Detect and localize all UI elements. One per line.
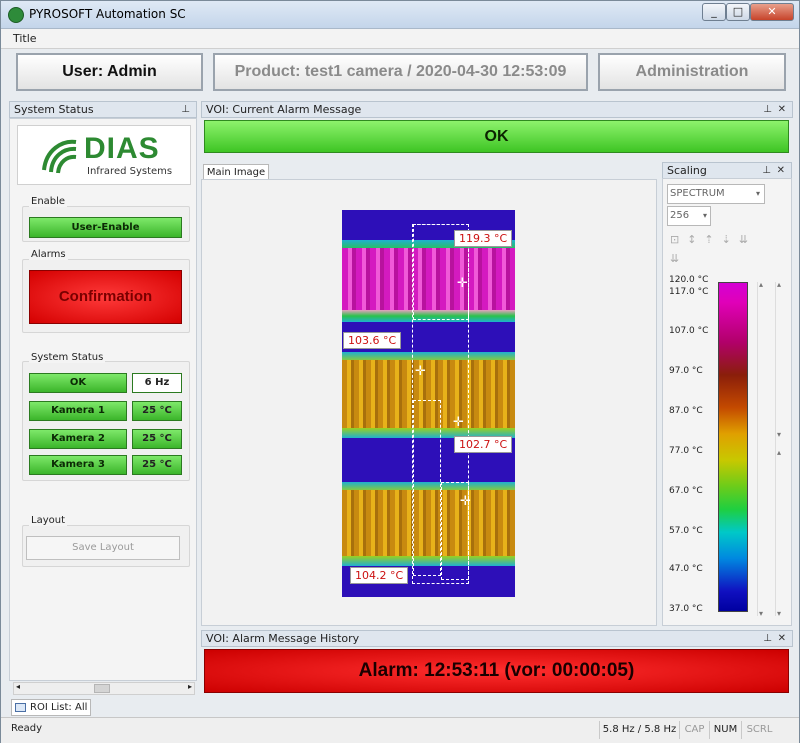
user-button[interactable]: User: Admin: [16, 53, 203, 91]
roi-tab-label: ROI List: All: [30, 702, 88, 713]
product-display: Product: test1 camera / 2020-04-30 12:53…: [213, 53, 588, 91]
close-button[interactable]: ✕: [750, 3, 794, 21]
roi-box-2[interactable]: [413, 400, 441, 576]
kamera-1-button[interactable]: Kamera 1: [29, 401, 127, 421]
chevron-down-icon: ▾: [755, 189, 760, 198]
status-bar: Ready 5.8 Hz / 5.8 Hz CAP NUM SCRL: [1, 717, 799, 743]
scale-label: 87.0 °C: [669, 406, 703, 416]
scroll-down-icon[interactable]: ▾: [759, 609, 763, 618]
dias-logo-icon: [42, 139, 77, 174]
confirmation-button[interactable]: Confirmation: [29, 270, 182, 324]
maximize-button[interactable]: □: [726, 3, 750, 21]
scroll-thumb[interactable]: [94, 684, 110, 693]
levels-value: 256: [670, 210, 690, 221]
status-frequency-value: 6 Hz: [132, 373, 182, 393]
left-panel-scrollbar[interactable]: ◂ ▸: [13, 682, 195, 695]
scroll-up-icon[interactable]: ▴: [777, 280, 781, 289]
scroll-down-icon[interactable]: ▾: [777, 430, 781, 439]
close-panel-icon[interactable]: ✕: [778, 631, 786, 646]
caps-lock-indicator: CAP: [679, 721, 709, 739]
scaling-panel-header: Scaling ⊥ ✕: [662, 162, 792, 179]
scroll-up-icon[interactable]: ▴: [759, 280, 763, 289]
scroll-down-icon[interactable]: ▾: [777, 609, 781, 618]
scale-label: 97.0 °C: [669, 366, 703, 376]
dias-logo: DIAS Infrared Systems: [17, 125, 191, 185]
scale-tool-icons[interactable]: ⊡↕⇡⇣⇊: [670, 233, 756, 246]
close-panel-icon[interactable]: ✕: [778, 102, 786, 117]
history-panel-title: VOI: Alarm Message History: [206, 632, 360, 645]
application-window: PYROSOFT Automation SC _ □ ✕ Title User:…: [0, 0, 800, 743]
chevron-down-icon: ▾: [702, 211, 707, 220]
status-text: Ready: [11, 723, 43, 734]
kamera-1-temperature: 25 °C: [132, 401, 182, 421]
scale-label: 77.0 °C: [669, 446, 703, 456]
save-layout-button[interactable]: Save Layout: [26, 536, 180, 560]
levels-select[interactable]: 256 ▾: [667, 206, 711, 226]
system-status-panel-header: System Status ⊥: [9, 101, 197, 118]
temperature-label: 104.2 °C: [350, 567, 409, 584]
alarm-message-panel-header: VOI: Current Alarm Message ⊥ ✕: [201, 101, 793, 118]
scroll-right-icon[interactable]: ▸: [188, 682, 192, 691]
user-enable-button[interactable]: User-Enable: [29, 217, 182, 238]
roi-marker[interactable]: ✛: [457, 277, 468, 290]
roi-marker[interactable]: ✛: [415, 365, 426, 378]
temperature-label: 102.7 °C: [454, 436, 513, 453]
scale-label: 47.0 °C: [669, 564, 703, 574]
palette-value: SPECTRUM: [670, 188, 725, 199]
roi-marker[interactable]: ✛: [460, 495, 471, 508]
app-icon: [8, 7, 24, 23]
scale-label: 37.0 °C: [669, 604, 703, 614]
status-ok-button[interactable]: OK: [29, 373, 127, 393]
list-icon: [15, 703, 26, 712]
history-panel-header: VOI: Alarm Message History ⊥ ✕: [201, 630, 793, 647]
kamera-3-button[interactable]: Kamera 3: [29, 455, 127, 475]
alarms-group-title: Alarms: [29, 249, 68, 260]
current-alarm-status: OK: [204, 120, 789, 153]
scale-scrollbar-right[interactable]: ▴ ▾ ▴ ▾: [775, 280, 785, 618]
scale-label: 120.0 °C: [669, 275, 709, 285]
tab-roi-list[interactable]: ROI List: All: [11, 699, 91, 716]
system-status-panel-title: System Status: [14, 103, 94, 116]
alarm-history-message: Alarm: 12:53:11 (vor: 00:00:05): [204, 649, 789, 693]
scale-label: 117.0 °C: [669, 287, 709, 297]
scale-label: 107.0 °C: [669, 326, 709, 336]
color-scale-bar: [718, 282, 748, 612]
palette-select[interactable]: SPECTRUM ▾: [667, 184, 765, 204]
scale-tool-icon[interactable]: ⇊: [670, 252, 679, 265]
status-group-title: System Status: [29, 352, 106, 363]
close-panel-icon[interactable]: ✕: [777, 163, 785, 178]
scale-label: 57.0 °C: [669, 526, 703, 536]
pin-icon[interactable]: ⊥: [762, 163, 771, 178]
menu-title[interactable]: Title: [13, 32, 37, 45]
pin-icon[interactable]: ⊥: [763, 631, 772, 646]
kamera-2-button[interactable]: Kamera 2: [29, 429, 127, 449]
num-lock-indicator: NUM: [709, 721, 741, 739]
menu-bar: Title: [1, 29, 799, 49]
window-title: PYROSOFT Automation SC: [29, 7, 186, 21]
scroll-left-icon[interactable]: ◂: [16, 682, 20, 691]
temperature-label: 103.6 °C: [343, 332, 402, 349]
pin-icon[interactable]: ⊥: [181, 102, 190, 117]
frame-rate: 5.8 Hz / 5.8 Hz: [599, 721, 679, 739]
scaling-panel-title: Scaling: [667, 164, 707, 177]
scale-label: 67.0 °C: [669, 486, 703, 496]
kamera-2-temperature: 25 °C: [132, 429, 182, 449]
layout-group-title: Layout: [29, 515, 67, 526]
administration-button[interactable]: Administration: [598, 53, 786, 91]
alarm-message-panel-title: VOI: Current Alarm Message: [206, 103, 362, 116]
temperature-label: 119.3 °C: [454, 230, 513, 247]
pin-icon[interactable]: ⊥: [763, 102, 772, 117]
title-bar: PYROSOFT Automation SC _ □ ✕: [1, 1, 799, 29]
kamera-3-temperature: 25 °C: [132, 455, 182, 475]
thermal-image[interactable]: ✛ ✛ ✛ ✛ 119.3 °C 102.7 °C 104.2 °C: [342, 210, 515, 597]
logo-text: DIAS: [84, 132, 160, 165]
logo-subtitle: Infrared Systems: [87, 166, 173, 177]
scale-scrollbar-left[interactable]: ▴ ▾: [757, 280, 767, 618]
scroll-lock-indicator: SCRL: [741, 721, 777, 739]
scroll-up-icon[interactable]: ▴: [777, 448, 781, 457]
roi-marker[interactable]: ✛: [453, 416, 464, 429]
minimize-button[interactable]: _: [702, 3, 726, 21]
enable-group-title: Enable: [29, 196, 68, 207]
